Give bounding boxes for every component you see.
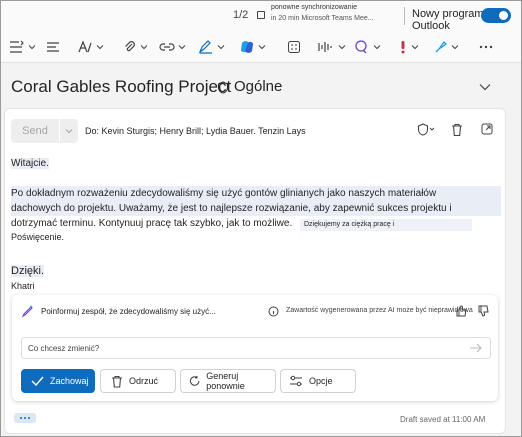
info-icon[interactable] [268,306,279,317]
text-style-button[interactable] [77,37,104,57]
reminder-counter[interactable]: 1/2 [233,9,248,21]
keep-button-label: Zachowaj [50,376,89,386]
suggestion-tooltip: Dziękujemy za ciężką pracę i [300,219,472,231]
apps-button[interactable] [287,37,301,57]
checkmark-icon [31,376,44,386]
closing-text: Dzięki. [11,265,45,277]
to-recipients[interactable]: Do: Kevin Sturgis; Henry Brill; Lydia Ba… [85,126,306,136]
attach-icon [125,41,135,52]
body-line: dachowych do projektu. Uważamy, że jest … [11,201,501,216]
delete-icon[interactable] [451,123,463,137]
body-line: Po dokładnym rozważeniu zdecydowaliśmy s… [11,186,501,201]
chevron-down-icon [96,45,104,50]
copilot-refine-field[interactable] [21,337,491,359]
greeting-text: Witajcie. [11,158,49,169]
sensitivity-label[interactable]: Ogólne [234,78,282,95]
show-more-button[interactable] [14,413,36,423]
sensitivity-icon [435,40,448,53]
chevron-down-icon [178,45,186,50]
compose-card: Send Do: Kevin Sturgis; Henry Brill; Lyd… [4,108,506,434]
send-options-button[interactable] [60,119,78,143]
signature-icon [198,40,212,54]
sensitivity-button[interactable] [434,37,459,57]
chevron-down-icon [411,45,419,50]
discard-button-label: Odrzuć [129,376,159,386]
list-format-icon [10,40,24,53]
loop-button[interactable] [354,37,381,57]
options-button[interactable]: Opcje [280,369,356,393]
signature-text: Khatri [11,281,35,291]
copilot-button[interactable] [239,37,266,57]
chevron-down-icon [217,45,225,50]
shield-icon [217,81,229,94]
copilot-pen-icon [21,305,33,318]
title-bar: 1/2 ponowne synchronizowanie in 20 min M… [1,1,521,32]
options-button-label: Opcje [309,376,333,386]
chevron-down-icon [28,45,36,50]
link-button[interactable] [159,37,186,57]
send-arrow-icon[interactable] [469,343,483,353]
attach-button[interactable] [123,37,148,57]
chevron-down-icon [140,45,148,50]
ai-disclaimer: Zawartość wygenerowana przez AI może być… [286,307,473,314]
thumbs-up-icon[interactable] [456,305,468,317]
dictate-button[interactable] [317,37,346,57]
copilot-refine-input[interactable] [28,341,458,355]
chevron-down-icon [338,45,346,50]
send-button[interactable]: Send [11,119,59,143]
copilot-icon [241,41,253,53]
paragraph-icon [47,42,59,52]
keep-button[interactable]: Zachowaj [21,369,95,393]
more-options-button[interactable] [478,37,494,57]
signature-button[interactable] [198,37,225,57]
copilot-prompt-title[interactable]: Poinformuj zespół, że zdecydowaliśmy się… [41,307,216,316]
importance-button[interactable] [398,37,419,57]
chevron-down-icon [65,129,73,134]
text-style-icon [78,40,92,53]
subject-field[interactable]: Coral Gables Roofing Project [11,77,231,97]
regenerate-button[interactable]: Generuj ponownie [180,369,276,393]
pop-out-icon[interactable] [481,123,493,135]
dictate-icon [318,42,332,52]
link-icon [159,43,175,51]
thumbs-down-icon[interactable] [478,305,490,317]
list-format-button[interactable] [9,37,36,57]
sliders-icon [290,375,302,387]
refresh-icon [189,375,200,386]
subject-row: Coral Gables Roofing Project Ogólne [1,64,521,108]
chevron-down-icon [258,45,266,50]
notification-subtitle[interactable]: in 20 min Microsoft Teams Mee... [271,15,374,22]
body-line: Poświęcenie. [11,232,65,242]
importance-icon [401,41,405,54]
sensitivity-icon[interactable] [417,123,435,137]
draft-status: Draft saved at 11:00 AM [400,415,486,424]
outlook-compose-window: 1/2 ponowne synchronizowanie in 20 min M… [0,0,522,437]
paragraph-button[interactable] [46,37,60,57]
divider [404,7,405,25]
delete-icon [112,375,122,388]
calendar-icon [257,11,265,19]
chevron-down-icon [451,45,459,50]
regenerate-button-label: Generuj ponownie [206,371,245,391]
notification-title[interactable]: ponowne synchronizowanie [271,4,357,11]
message-body[interactable]: Po dokładnym rozważeniu zdecydowaliśmy s… [11,186,501,243]
chevron-down-icon [373,45,381,50]
loop-icon [355,40,367,54]
copilot-panel: Poinformuj zespół, że zdecydowaliśmy się… [12,295,498,401]
ribbon-toolbar [1,31,521,63]
discard-button[interactable]: Odrzuć [100,369,176,393]
new-outlook-toggle[interactable] [481,8,511,23]
apps-icon [288,41,300,53]
more-icon [479,45,493,49]
chevron-down-icon[interactable] [479,83,491,91]
